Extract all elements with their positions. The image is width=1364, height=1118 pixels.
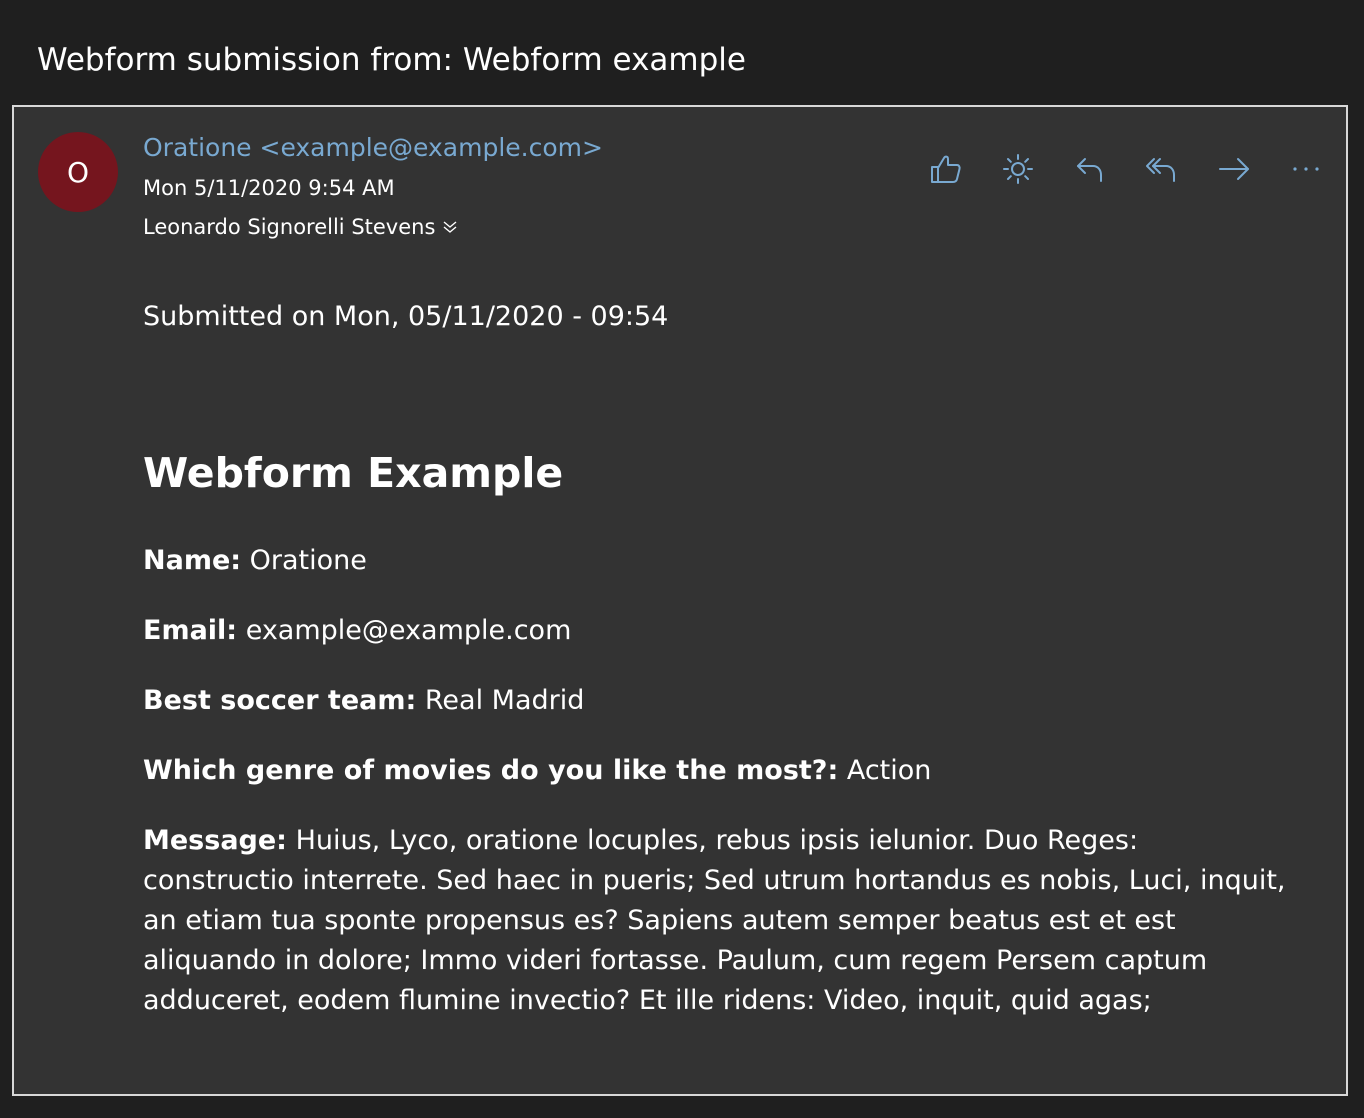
- forward-button[interactable]: [1198, 151, 1270, 191]
- email-subject: Webform submission from: Webform example: [37, 42, 746, 78]
- reply-icon: [1072, 151, 1108, 191]
- recipients-name[interactable]: Leonardo Signorelli Stevens: [143, 213, 435, 241]
- sender-name-email[interactable]: Oratione <example@example.com>: [143, 131, 603, 165]
- like-button[interactable]: [910, 151, 982, 191]
- field-email: Email: example@example.com: [143, 611, 571, 651]
- field-name: Name: Oratione: [143, 541, 367, 581]
- reply-button[interactable]: [1054, 151, 1126, 191]
- message-card: O Oratione <example@example.com> Mon 5/1…: [12, 105, 1348, 1096]
- field-value: Real Madrid: [416, 685, 585, 716]
- field-value: Huius, Lyco, oratione locuples, rebus ip…: [143, 825, 1286, 1016]
- field-soccer-team: Best soccer team: Real Madrid: [143, 681, 584, 721]
- chevron-down-icon[interactable]: [441, 218, 459, 236]
- message-actions-toolbar: [910, 151, 1342, 191]
- field-label: Best soccer team:: [143, 685, 417, 716]
- form-title: Webform Example: [143, 449, 564, 497]
- recipients-line: Leonardo Signorelli Stevens: [143, 213, 459, 241]
- field-value: Action: [838, 755, 932, 786]
- forward-icon: [1216, 151, 1252, 191]
- reply-all-button[interactable]: [1126, 151, 1198, 191]
- like-icon: [928, 151, 964, 191]
- field-message: Message: Huius, Lyco, oratione locuples,…: [143, 821, 1293, 1021]
- submitted-timestamp: Submitted on Mon, 05/11/2020 - 09:54: [143, 301, 669, 332]
- field-label: Message:: [143, 825, 287, 856]
- sun-button[interactable]: [982, 151, 1054, 191]
- avatar-initial: O: [66, 155, 90, 189]
- avatar[interactable]: O: [38, 132, 118, 212]
- field-label: Name:: [143, 545, 242, 576]
- field-label: Email:: [143, 615, 238, 646]
- reply-all-icon: [1144, 151, 1180, 191]
- field-value: example@example.com: [237, 615, 572, 646]
- more-icon: [1288, 151, 1324, 191]
- field-label: Which genre of movies do you like the mo…: [143, 755, 839, 786]
- sent-date: Mon 5/11/2020 9:54 AM: [143, 176, 395, 200]
- sun-icon: [1000, 151, 1036, 191]
- field-value: Oratione: [241, 545, 367, 576]
- field-movie-genre: Which genre of movies do you like the mo…: [143, 751, 931, 791]
- more-button[interactable]: [1270, 151, 1342, 191]
